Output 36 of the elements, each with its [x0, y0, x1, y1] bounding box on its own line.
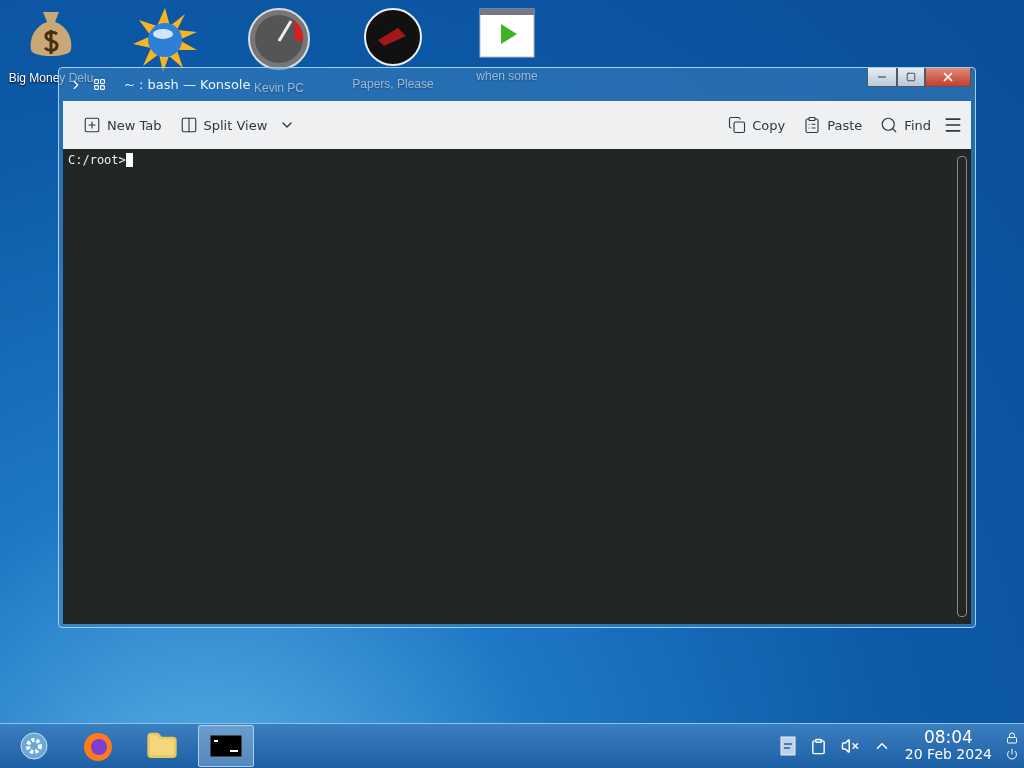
sun-globe-icon[interactable] — [133, 8, 197, 72]
search-icon — [880, 116, 899, 134]
volume-muted-icon[interactable] — [840, 737, 859, 755]
clipboard-icon[interactable] — [809, 737, 827, 755]
split-icon — [179, 116, 198, 134]
clock-date: 20 Feb 2024 — [904, 746, 992, 763]
copy-button[interactable]: Copy — [722, 112, 792, 138]
find-button[interactable]: Find — [874, 112, 937, 138]
window-title: ~ : bash — Konsole — [124, 77, 251, 92]
clock-time: 08:04 — [923, 729, 973, 746]
scrollbar[interactable] — [957, 156, 967, 617]
power-icon[interactable] — [1006, 748, 1018, 760]
maximize-icon — [906, 72, 916, 82]
video-player-icon[interactable] — [479, 8, 535, 58]
new-tab-button[interactable]: New Tab — [77, 112, 168, 138]
clock[interactable]: 08:04 20 Feb 2024 — [904, 729, 992, 763]
close-icon — [941, 70, 955, 84]
terminal-icon — [210, 735, 242, 757]
lock-icon[interactable] — [1006, 732, 1018, 744]
text-cursor — [125, 153, 133, 167]
new-tab-icon — [83, 116, 101, 134]
terminal-area[interactable]: C:/root> — [63, 149, 971, 624]
maximize-button[interactable] — [897, 68, 925, 87]
taskbar-button[interactable] — [198, 725, 254, 767]
menu-icon[interactable] — [943, 115, 963, 135]
paste-button[interactable]: Paste — [797, 112, 869, 138]
paste-icon — [803, 116, 822, 134]
gear-icon — [20, 732, 48, 760]
terminal-prompt: C:/root> — [68, 153, 126, 167]
split-button[interactable]: Split View — [173, 112, 274, 138]
gauge-icon[interactable] — [248, 8, 310, 70]
disc-icon[interactable] — [364, 8, 422, 66]
grid-icon[interactable] — [93, 78, 106, 91]
close-button[interactable] — [925, 68, 971, 87]
minimize-button[interactable] — [867, 68, 897, 87]
copy-icon — [728, 116, 747, 134]
